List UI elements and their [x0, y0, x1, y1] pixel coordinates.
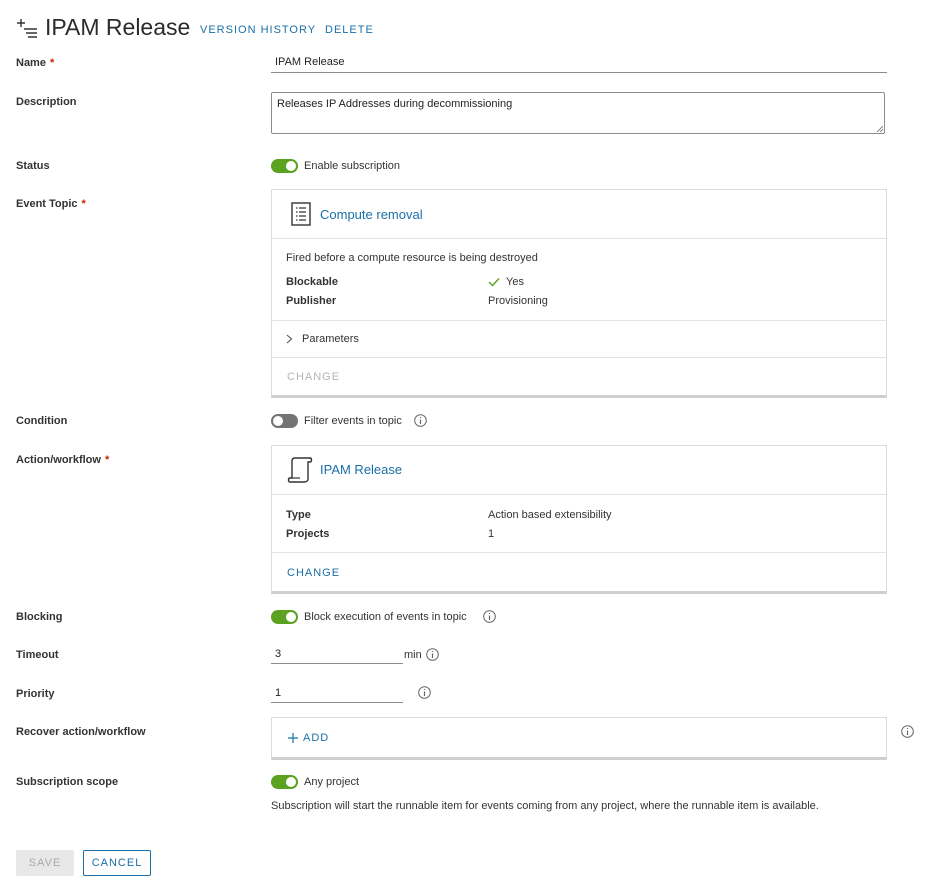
status-toggle-label: Enable subscription — [304, 160, 401, 172]
info-icon[interactable] — [901, 725, 914, 738]
projects-key: Projects — [286, 528, 330, 540]
plus-icon — [288, 733, 298, 743]
action-workflow-change-button[interactable]: CHANGE — [287, 567, 340, 579]
check-icon — [488, 278, 500, 287]
toggle-knob — [273, 416, 283, 426]
page-title: IPAM Release — [45, 14, 191, 40]
required-marker: * — [104, 454, 110, 466]
event-topic-card: Compute removal Fired before a compute r… — [271, 189, 887, 398]
info-icon[interactable] — [414, 414, 427, 427]
chevron-right-icon — [286, 334, 293, 344]
timeout-value: 3 — [275, 648, 282, 660]
condition-label: Condition — [16, 415, 68, 427]
resize-handle-icon[interactable] — [876, 125, 883, 132]
publisher-value: Provisioning — [488, 295, 548, 307]
required-marker: * — [49, 57, 55, 69]
publisher-key: Publisher — [286, 295, 337, 307]
parameters-expander[interactable]: Parameters — [286, 327, 486, 351]
type-key: Type — [286, 509, 311, 521]
event-topic-description: Fired before a compute resource is being… — [286, 252, 538, 264]
action-workflow-card: IPAM Release Type Action based extensibi… — [271, 445, 887, 594]
save-button[interactable]: SAVE — [16, 850, 74, 876]
toggle-knob — [286, 612, 296, 622]
type-value: Action based extensibility — [488, 509, 612, 521]
name-label: Name * — [16, 57, 55, 69]
projects-value: 1 — [488, 528, 495, 540]
scope-toggle[interactable] — [271, 775, 298, 789]
version-history-link[interactable]: VERSION HISTORY — [200, 24, 316, 36]
description-value: Releases IP Addresses during decommissio… — [277, 98, 513, 110]
toggle-knob — [286, 777, 296, 787]
timeout-input[interactable]: 3 — [271, 645, 403, 664]
subscription-add-icon — [17, 19, 37, 38]
blockable-value: Yes — [506, 276, 524, 288]
priority-input[interactable]: 1 — [271, 684, 403, 703]
delete-link[interactable]: DELETE — [325, 24, 374, 36]
info-icon[interactable] — [426, 648, 439, 661]
add-label: ADD — [303, 732, 330, 744]
description-label: Description — [16, 96, 77, 108]
document-list-icon — [291, 202, 311, 226]
cancel-button[interactable]: CANCEL — [83, 850, 151, 876]
event-topic-change-button[interactable]: CHANGE — [287, 371, 340, 383]
priority-label: Priority — [16, 688, 55, 700]
status-toggle[interactable] — [271, 159, 298, 173]
toggle-knob — [286, 161, 296, 171]
scope-help-text: Subscription will start the runnable ite… — [271, 800, 819, 812]
event-topic-label: Event Topic * — [16, 198, 86, 210]
recover-card: ADD — [271, 717, 887, 760]
add-recover-button[interactable]: ADD — [288, 731, 348, 747]
status-label: Status — [16, 160, 50, 172]
info-icon[interactable] — [483, 610, 496, 623]
scope-toggle-label: Any project — [304, 776, 360, 788]
blocking-toggle-label: Block execution of events in topic — [304, 611, 467, 623]
parameters-label: Parameters — [302, 333, 359, 345]
script-icon — [287, 457, 313, 483]
priority-value: 1 — [275, 687, 282, 699]
timeout-unit: min — [404, 649, 422, 661]
description-textarea[interactable]: Releases IP Addresses during decommissio… — [271, 92, 885, 134]
condition-toggle-label: Filter events in topic — [304, 415, 402, 427]
condition-toggle[interactable] — [271, 414, 298, 428]
action-workflow-label: Action/workflow * — [16, 454, 110, 466]
name-input[interactable]: IPAM Release — [271, 52, 887, 73]
blocking-toggle[interactable] — [271, 610, 298, 624]
recover-label: Recover action/workflow — [16, 726, 146, 738]
action-workflow-title[interactable]: IPAM Release — [320, 462, 402, 477]
event-topic-title[interactable]: Compute removal — [320, 207, 423, 222]
blockable-key: Blockable — [286, 276, 338, 288]
scope-label: Subscription scope — [16, 776, 119, 788]
timeout-label: Timeout — [16, 649, 59, 661]
blocking-label: Blocking — [16, 611, 63, 623]
required-marker: * — [81, 198, 86, 210]
name-input-value: IPAM Release — [275, 56, 345, 68]
info-icon[interactable] — [418, 686, 431, 699]
